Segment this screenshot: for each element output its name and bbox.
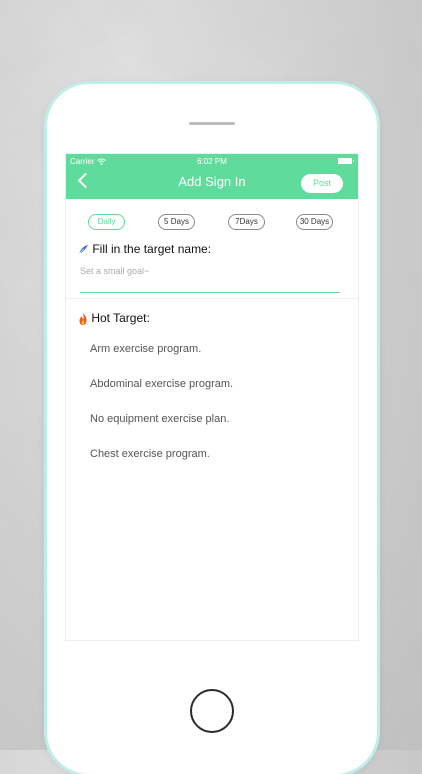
app-screen: Carrier 6:02 PM Add Sign In Post Daily 5… [66,154,358,640]
hot-item-no-equipment[interactable]: No equipment exercise plan. [90,413,229,425]
status-bar: Carrier 6:02 PM [66,154,358,168]
nav-bar: Add Sign In Post [66,168,358,199]
post-button[interactable]: Post [301,174,343,193]
section-divider [66,298,358,299]
tab-30-days[interactable]: 30 Days [296,214,333,230]
hot-target-label-text: Hot Target: [91,311,150,325]
phone-speaker [189,122,235,125]
feather-icon [78,242,92,256]
hot-item-abdominal[interactable]: Abdominal exercise program. [90,378,233,390]
status-time: 6:02 PM [197,157,227,166]
input-underline [80,292,340,293]
hot-item-arm[interactable]: Arm exercise program. [90,343,201,355]
phone-frame: Carrier 6:02 PM Add Sign In Post Daily 5… [47,84,377,774]
battery-icon [338,158,354,164]
duration-tabs: Daily 5 Days 7Days 30 Days [66,214,358,230]
hot-item-chest[interactable]: Chest exercise program. [90,448,210,460]
fire-icon [78,311,91,325]
hot-target-label: Hot Target: [78,311,150,325]
tab-7-days[interactable]: 7Days [228,214,265,230]
tab-daily[interactable]: Daily [88,214,125,230]
target-name-label-text: Fill in the target name: [92,242,212,256]
target-name-input[interactable]: Set a small goal~ [80,266,338,276]
target-name-label: Fill in the target name: [78,242,211,256]
home-button[interactable] [190,689,234,733]
tab-5-days[interactable]: 5 Days [158,214,195,230]
